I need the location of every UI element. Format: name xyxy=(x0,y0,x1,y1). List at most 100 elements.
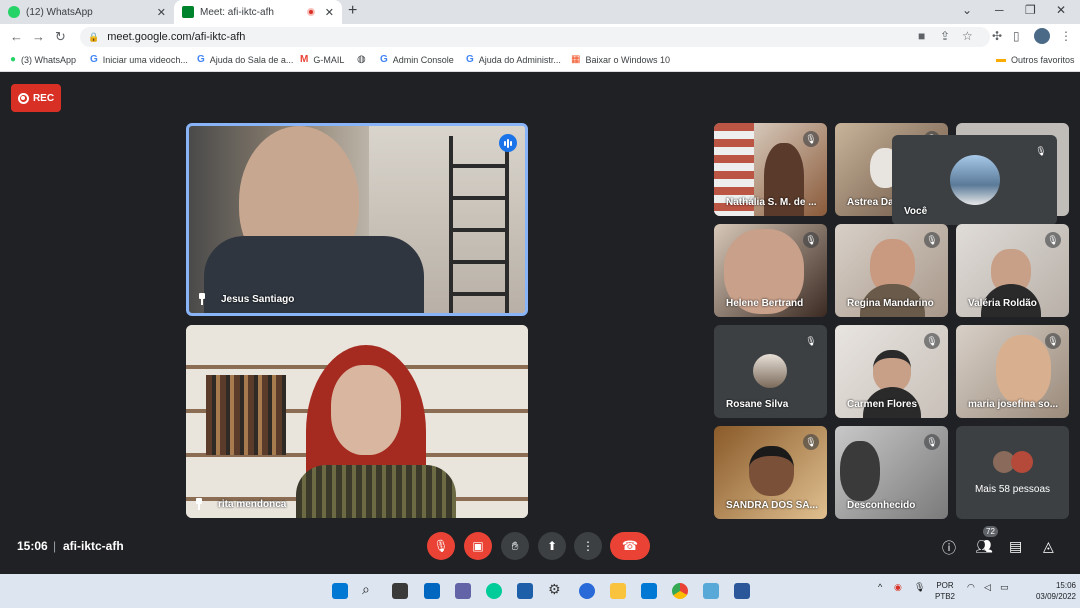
chat-icon[interactable]: ▤ xyxy=(1009,538,1022,555)
settings-icon[interactable]: ⚙ xyxy=(548,581,564,597)
participant-name: Desconhecido xyxy=(847,500,916,511)
mic-off-icon: 🎙︎ xyxy=(803,131,819,147)
present-button[interactable]: ⬆ xyxy=(538,532,566,560)
address-bar[interactable]: 🔒 meet.google.com/afi-iktc-afh xyxy=(80,27,990,47)
raise-hand-button[interactable]: ✋︎ xyxy=(501,532,529,560)
bookmark-item[interactable]: ◍ xyxy=(357,54,371,65)
participant-name: Você xyxy=(904,206,928,217)
participant-name: Helene Bertrand xyxy=(726,298,804,309)
widgets-icon[interactable] xyxy=(424,583,440,599)
activities-icon[interactable]: ◬ xyxy=(1043,538,1054,555)
profile-avatar[interactable] xyxy=(1034,28,1050,44)
chat-app-icon[interactable] xyxy=(455,583,471,599)
tab-search-icon[interactable]: ⌄ xyxy=(962,3,972,17)
app-icon[interactable] xyxy=(703,583,719,599)
more-participants-tile[interactable]: Mais 58 pessoas xyxy=(956,426,1069,519)
participant-name: Carmen Flores xyxy=(847,399,918,410)
side-panel-icon[interactable]: ▯ xyxy=(1013,29,1020,43)
forward-icon[interactable]: → xyxy=(32,29,45,44)
mic-off-button[interactable]: 🎙︎ xyxy=(427,532,455,560)
bookmark-item[interactable]: G Iniciar uma videoch... xyxy=(90,54,188,65)
file-explorer-icon[interactable] xyxy=(610,583,626,599)
reload-icon[interactable]: ↻ xyxy=(55,29,66,45)
system-clock[interactable]: 15:06 03/09/2022 xyxy=(1020,580,1076,602)
participant-tile[interactable]: 🎙︎ Rosane Silva xyxy=(714,325,827,418)
mic-off-icon: 🎙︎ xyxy=(924,333,940,349)
tray-chevron-icon[interactable]: ^ xyxy=(878,582,882,592)
mic-off-icon: 🎙︎ xyxy=(924,434,940,450)
bookmark-star-icon[interactable]: ☆ xyxy=(962,29,973,43)
self-view-tile[interactable]: 🎙︎ Você xyxy=(892,135,1057,225)
language-indicator[interactable]: POR PTB2 xyxy=(930,580,960,602)
tab-whatsapp[interactable]: (12) WhatsApp ✕ xyxy=(0,0,174,24)
participant-name: maria josefina so... xyxy=(968,399,1059,410)
participant-name: Jesus Santiago xyxy=(221,294,295,305)
microphone-tray-icon[interactable]: 🎙︎ xyxy=(914,582,925,593)
bookmark-item[interactable]: ● (3) WhatsApp xyxy=(10,54,76,65)
participant-tile[interactable]: 🎙︎ Nathália S. M. de ... xyxy=(714,123,827,216)
extensions-icon[interactable]: ✣ xyxy=(992,29,1002,43)
bookmark-item[interactable]: G Ajuda do Administr... xyxy=(466,54,561,65)
camera-off-button[interactable]: ▣ xyxy=(464,532,492,560)
google-icon: G xyxy=(380,54,388,65)
whatsapp-icon xyxy=(8,6,20,18)
close-tab-icon[interactable]: ✕ xyxy=(157,6,166,19)
volume-icon[interactable]: ◁ xyxy=(984,582,991,593)
participants-icon[interactable]: 👥︎ xyxy=(975,538,993,555)
bookmark-item[interactable]: G Admin Console xyxy=(380,54,454,65)
participant-tile[interactable]: 🎙︎ Helene Bertrand xyxy=(714,224,827,317)
participant-tile-main[interactable]: Jesus Santiago xyxy=(186,123,528,316)
recording-button[interactable]: REC xyxy=(11,84,61,112)
participant-tile[interactable]: 🎙︎ maria josefina so... xyxy=(956,325,1069,418)
participant-tile[interactable]: 🎙︎ SANDRA DOS SA... xyxy=(714,426,827,519)
windows-icon: ▦ xyxy=(571,54,581,65)
task-view-icon[interactable] xyxy=(392,583,408,599)
participant-name: Regina Mandarino xyxy=(847,298,934,309)
outlook-icon[interactable] xyxy=(641,583,657,599)
quick-assist-icon[interactable] xyxy=(579,583,595,599)
back-icon[interactable]: ← xyxy=(10,29,23,44)
share-icon[interactable]: ⇪ xyxy=(940,29,950,43)
google-icon: G xyxy=(197,54,205,65)
meet-stage: REC Jesus Santiago rita mendonca 🎙︎ Nath… xyxy=(0,72,1080,574)
participant-tile[interactable]: 🎙︎ Desconhecido xyxy=(835,426,948,519)
bookmark-item[interactable]: ▬ Outros favoritos xyxy=(996,54,1075,65)
globe-icon: ◍ xyxy=(357,54,366,65)
chrome-icon[interactable] xyxy=(672,583,688,599)
mic-off-icon: 🎙︎ xyxy=(433,539,449,553)
participant-tile-main[interactable]: rita mendonca xyxy=(186,325,528,518)
window-close-icon[interactable]: ✕ xyxy=(1056,3,1066,17)
leave-call-button[interactable]: ☎ xyxy=(610,532,650,560)
edge-icon[interactable] xyxy=(486,583,502,599)
bookmark-item[interactable]: M G-MAIL xyxy=(300,54,344,65)
store-icon[interactable] xyxy=(517,583,533,599)
tab-meet[interactable]: Meet: afi-iktc-afh ✕ xyxy=(174,0,342,24)
participant-tile[interactable]: 🎙︎ Carmen Flores xyxy=(835,325,948,418)
start-icon[interactable] xyxy=(332,583,348,599)
bookmark-item[interactable]: G Ajuda do Sala de a... xyxy=(197,54,293,65)
more-options-button[interactable]: ⋮ xyxy=(574,532,602,560)
wifi-icon[interactable]: ◠ xyxy=(967,582,975,593)
search-icon[interactable]: ⌕ xyxy=(362,581,378,597)
participant-name: Valéria Roldão xyxy=(968,298,1037,309)
menu-icon[interactable]: ⋮ xyxy=(1060,29,1072,43)
meet-tray-icon[interactable]: ◉ xyxy=(894,582,902,593)
pin-icon[interactable] xyxy=(197,293,207,305)
restore-icon[interactable]: ❐ xyxy=(1025,3,1036,17)
info-icon[interactable]: ⓘ xyxy=(942,538,956,558)
new-tab-button[interactable]: + xyxy=(348,2,357,20)
lock-icon: 🔒 xyxy=(88,31,100,42)
face xyxy=(749,446,794,496)
pin-icon[interactable] xyxy=(194,498,204,510)
camera-icon[interactable]: ■ xyxy=(918,29,925,43)
battery-icon[interactable]: ▭ xyxy=(1000,582,1009,593)
minimize-icon[interactable]: ─ xyxy=(995,3,1004,17)
participant-tile[interactable]: 🎙︎ Regina Mandarino xyxy=(835,224,948,317)
close-tab-icon[interactable]: ✕ xyxy=(325,6,334,19)
bookmark-item[interactable]: ▦ Baixar o Windows 10 xyxy=(571,54,670,65)
word-icon[interactable] xyxy=(734,583,750,599)
tab-strip: (12) WhatsApp ✕ Meet: afi-iktc-afh ✕ + ⌄… xyxy=(0,0,1080,24)
mic-off-icon: 🎙︎ xyxy=(1045,232,1061,248)
participant-tile[interactable]: 🎙︎ Valéria Roldão xyxy=(956,224,1069,317)
hand-icon: ✋︎ xyxy=(511,538,519,553)
